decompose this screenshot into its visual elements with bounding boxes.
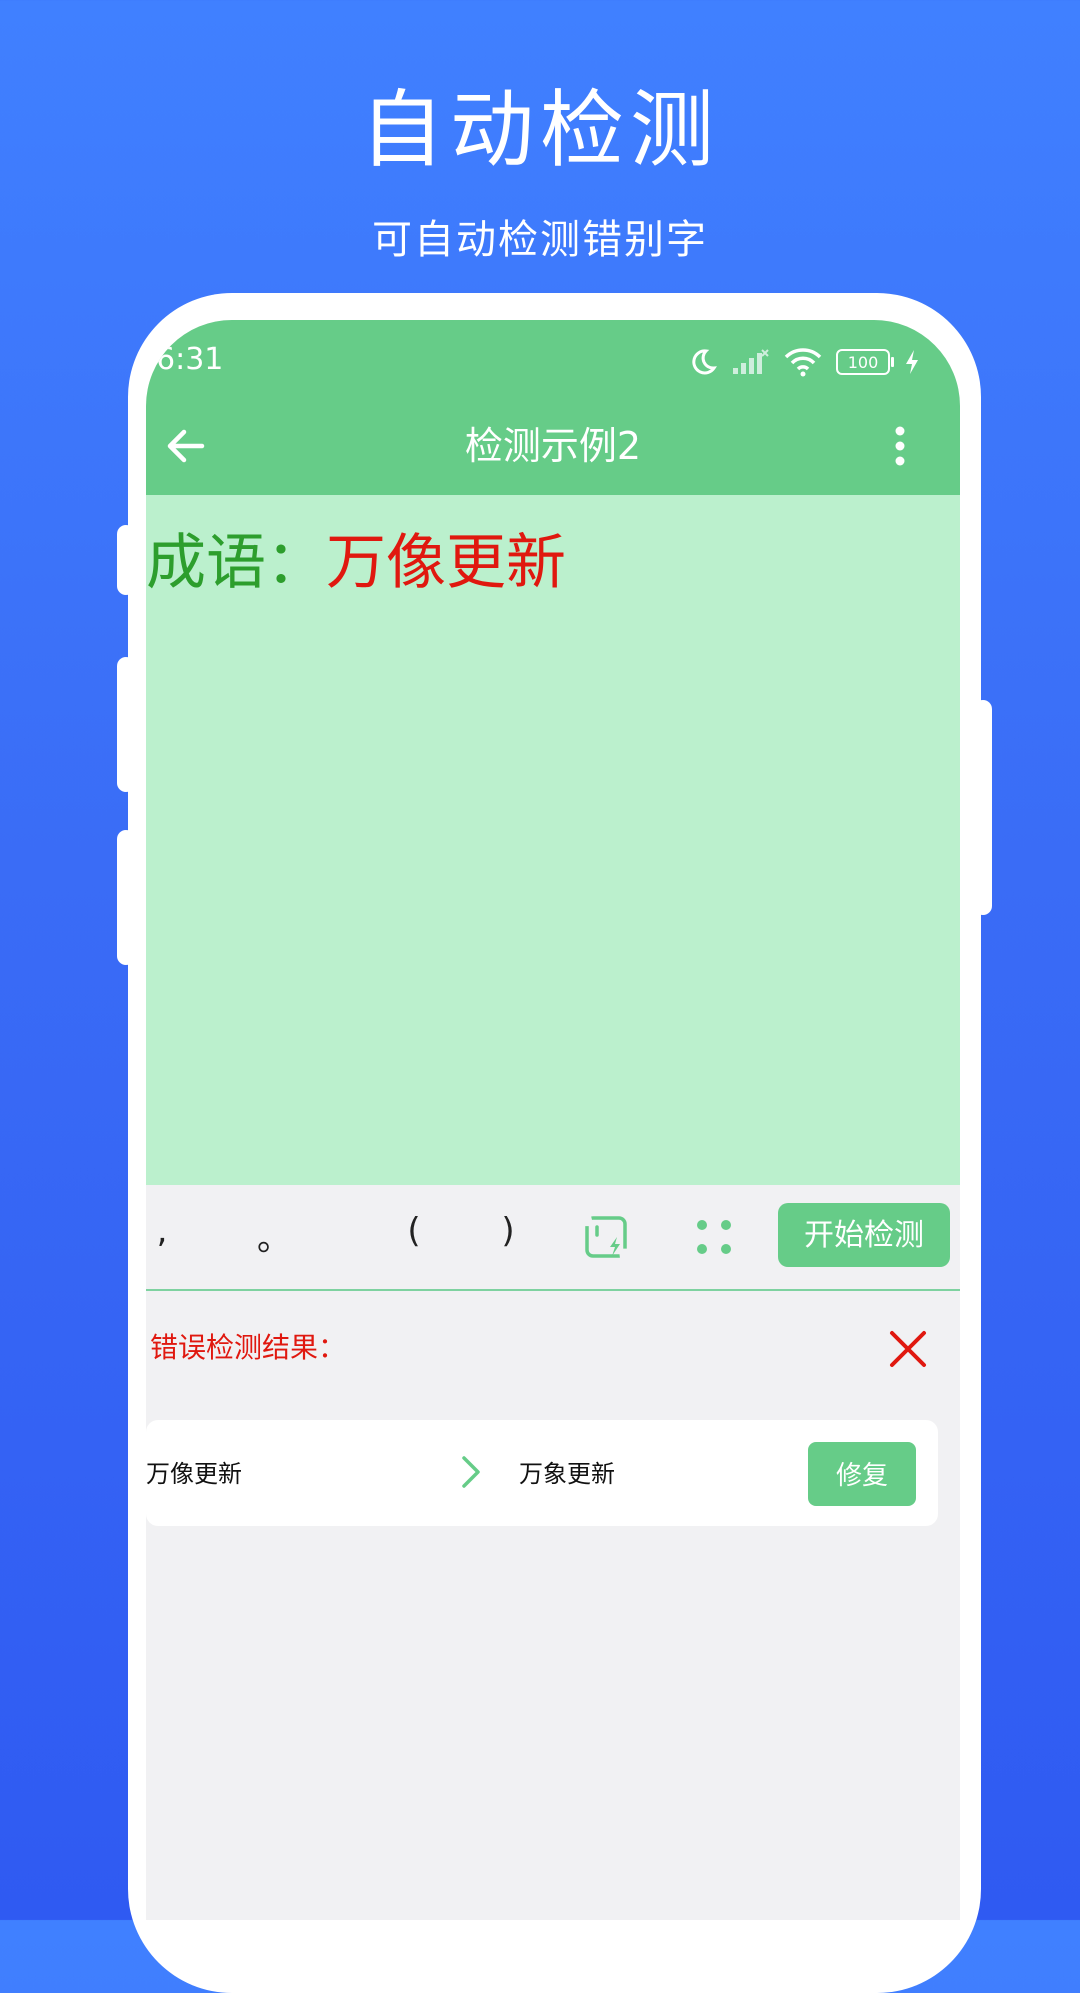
status-time: 6:31 xyxy=(156,342,224,377)
phone-side-button-left-3 xyxy=(117,830,135,965)
battery-icon: 100 xyxy=(836,349,894,375)
battery-level: 100 xyxy=(847,352,879,372)
status-icons: 100 xyxy=(688,342,920,382)
corrected-phrase: 万象更新 xyxy=(519,1460,615,1488)
promo-title: 自动检测 xyxy=(359,81,720,179)
period-key[interactable]: 。 xyxy=(254,1211,294,1260)
charging-icon xyxy=(906,350,918,374)
editor-label: 成语： xyxy=(146,528,326,598)
more-options-button[interactable] xyxy=(880,416,920,476)
close-icon[interactable] xyxy=(886,1327,930,1371)
wifi-icon xyxy=(784,348,822,377)
promo-subtitle: 可自动检测错别字 xyxy=(372,217,708,263)
start-detection-button[interactable]: 开始检测 xyxy=(778,1203,950,1267)
editor-content: 成语：万像更新 xyxy=(146,523,566,603)
right-paren-key[interactable]: ) xyxy=(488,1211,528,1251)
screen-title: 检测示例2 xyxy=(464,424,642,468)
phone-side-button-left-1 xyxy=(117,525,135,595)
chevron-right-icon xyxy=(462,1456,480,1488)
phone-side-button-right xyxy=(974,700,992,915)
editor-error-text: 万像更新 xyxy=(326,528,566,598)
more-vertical-icon xyxy=(895,426,905,466)
results-title: 错误检测结果： xyxy=(150,1331,347,1364)
moon-icon xyxy=(692,349,717,375)
phone-screen: 6:31 100 检测示例2 成语：万像更新 , 。 () 开始检测 错误检测… xyxy=(146,320,960,1920)
app-top-bar: 6:31 100 检测示例2 xyxy=(146,320,960,495)
fix-button[interactable]: 修复 xyxy=(808,1442,916,1506)
quick-check-icon[interactable] xyxy=(584,1215,630,1261)
grid-dots-icon[interactable] xyxy=(692,1215,738,1261)
wrong-phrase: 万像更新 xyxy=(146,1460,242,1488)
result-item: 万像更新 万象更新 修复 xyxy=(146,1420,938,1526)
left-paren-key[interactable]: ( xyxy=(394,1211,434,1251)
input-toolbar: , 。 ( ) 开始检测 xyxy=(146,1185,960,1291)
comma-key[interactable]: , xyxy=(146,1211,182,1251)
text-editor[interactable]: 成语：万像更新 xyxy=(146,495,960,1185)
phone-side-button-left-2 xyxy=(117,657,135,792)
signal-icon xyxy=(733,349,769,374)
